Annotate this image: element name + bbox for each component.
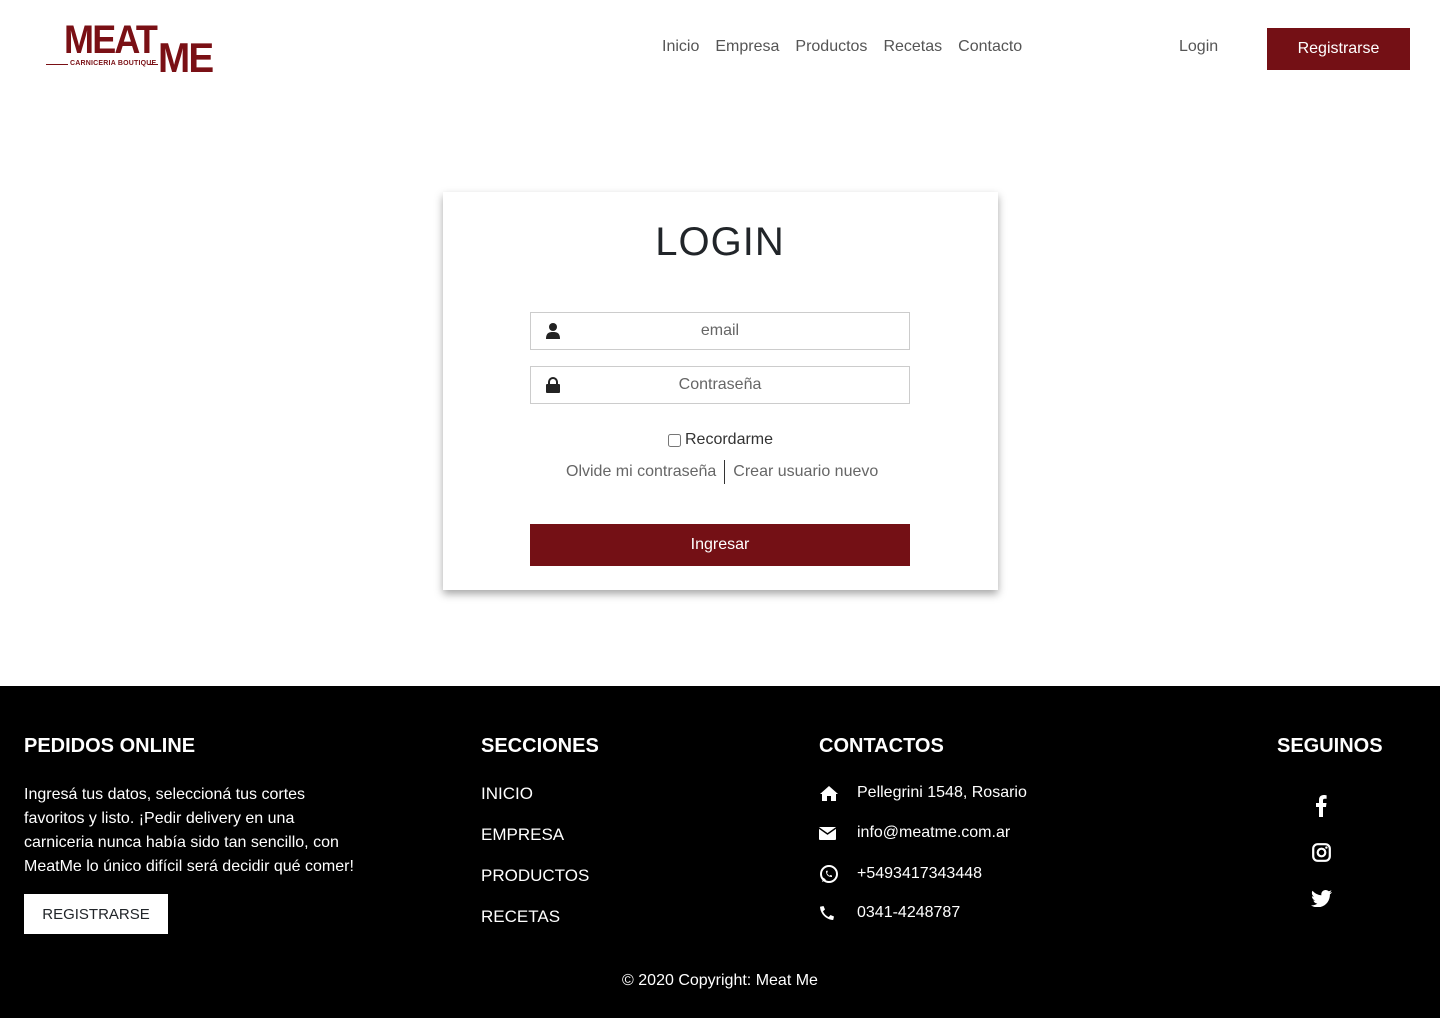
- footer-heading-contactos: CONTACTOS: [819, 735, 944, 757]
- home-icon: [819, 785, 857, 801]
- contact-phone-text[interactable]: 0341-4248787: [857, 904, 960, 922]
- nav-item-inicio[interactable]: Inicio: [662, 38, 699, 56]
- logo-divider-left: [46, 64, 68, 65]
- facebook-icon[interactable]: [1309, 794, 1333, 818]
- user-icon: [531, 323, 575, 339]
- nav-item-productos[interactable]: Productos: [795, 38, 867, 56]
- footer-link-inicio[interactable]: INICIO: [481, 784, 533, 804]
- footer-heading-seguinos: SEGUINOS: [1277, 735, 1383, 757]
- contact-whatsapp-text[interactable]: +5493417343448: [857, 865, 982, 883]
- remember-label: Recordarme: [685, 431, 774, 448]
- footer-pedidos-text: Ingresá tus datos, seleccioná tus cortes…: [24, 786, 354, 875]
- footer: PEDIDOS ONLINE Ingresá tus datos, selecc…: [0, 686, 1440, 1018]
- header: MEAT ME CARNICERIA BOUTIQUE Inicio Empre…: [0, 0, 1440, 96]
- nav-item-empresa[interactable]: Empresa: [715, 38, 779, 56]
- logo-divider-right: [148, 64, 158, 65]
- footer-link-empresa[interactable]: EMPRESA: [481, 825, 564, 845]
- nav-item-recetas[interactable]: Recetas: [883, 38, 942, 56]
- contact-address-text: Pellegrini 1548, Rosario: [857, 784, 1027, 801]
- contact-email: info@meatme.com.ar: [819, 824, 1010, 842]
- footer-heading-secciones: SECCIONES: [481, 735, 599, 757]
- submit-button[interactable]: Ingresar: [530, 524, 910, 566]
- links-divider: [724, 460, 726, 484]
- footer-link-recetas[interactable]: RECETAS: [481, 907, 560, 927]
- twitter-icon[interactable]: [1309, 886, 1333, 910]
- forgot-password-link[interactable]: Olvide mi contraseña: [566, 463, 716, 481]
- envelope-icon: [819, 826, 857, 840]
- remember-me[interactable]: Recordarme: [668, 431, 773, 449]
- password-field-wrapper: [530, 366, 910, 404]
- copyright: © 2020 Copyright: Meat Me: [622, 972, 818, 989]
- logo-text-top: MEAT: [64, 18, 158, 62]
- contact-whatsapp: +5493417343448: [819, 864, 982, 884]
- register-button[interactable]: Registrarse: [1267, 28, 1410, 70]
- logo-text-bottom: ME: [158, 34, 214, 81]
- footer-heading-pedidos: PEDIDOS ONLINE: [24, 735, 196, 757]
- contact-email-text[interactable]: info@meatme.com.ar: [857, 824, 1010, 842]
- login-title: LOGIN: [655, 220, 785, 264]
- login-link[interactable]: Login: [1179, 38, 1218, 56]
- email-field-wrapper: [530, 312, 910, 350]
- logo-tagline: CARNICERIA BOUTIQUE: [70, 60, 157, 67]
- phone-icon: [819, 905, 857, 921]
- account-links: Olvide mi contraseña Crear usuario nuevo: [566, 460, 878, 484]
- brand-logo[interactable]: MEAT ME CARNICERIA BOUTIQUE: [46, 18, 214, 81]
- lock-icon: [531, 377, 575, 393]
- footer-link-productos[interactable]: PRODUCTOS: [481, 866, 589, 886]
- nav-item-contacto[interactable]: Contacto: [958, 38, 1022, 56]
- footer-register-button[interactable]: REGISTRARSE: [24, 894, 168, 934]
- password-input[interactable]: [575, 367, 909, 403]
- remember-checkbox[interactable]: [668, 433, 681, 447]
- main-nav: Inicio Empresa Productos Recetas Contact…: [662, 38, 1022, 56]
- whatsapp-icon: [819, 864, 857, 884]
- contact-address: Pellegrini 1548, Rosario: [819, 784, 1027, 802]
- email-input[interactable]: [575, 313, 909, 349]
- instagram-icon[interactable]: [1309, 840, 1333, 864]
- create-user-link[interactable]: Crear usuario nuevo: [733, 463, 878, 481]
- contact-phone: 0341-4248787: [819, 904, 960, 922]
